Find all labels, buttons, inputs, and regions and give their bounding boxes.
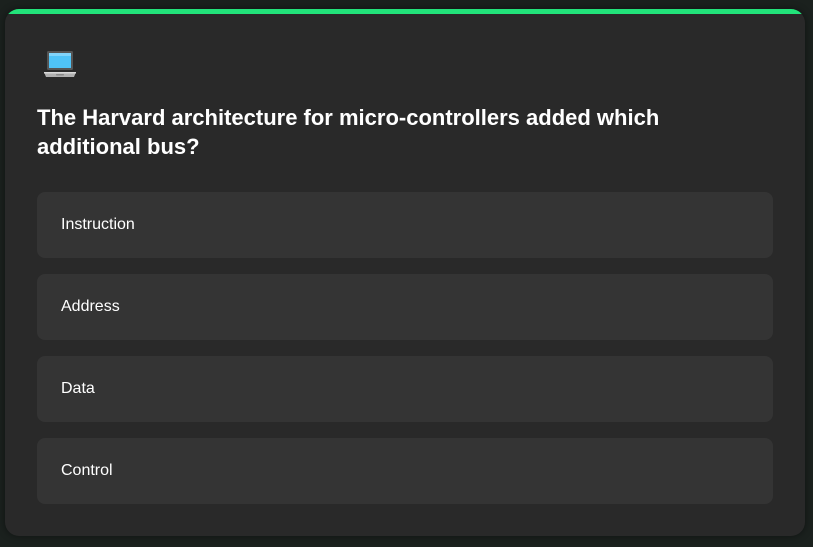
- answer-option-label: Data: [61, 380, 95, 397]
- answer-option-label: Address: [61, 298, 120, 315]
- quiz-card: The Harvard architecture for micro-contr…: [5, 9, 805, 536]
- progress-bar: [5, 9, 805, 14]
- progress-bar-fill: [5, 9, 802, 14]
- laptop-icon: [44, 51, 76, 77]
- answer-option-label: Control: [61, 462, 113, 479]
- answer-options: Instruction Address Data Control: [37, 192, 773, 520]
- answer-option-control[interactable]: Control: [37, 438, 773, 504]
- answer-option-data[interactable]: Data: [37, 356, 773, 422]
- answer-option-label: Instruction: [61, 216, 135, 233]
- answer-option-instruction[interactable]: Instruction: [37, 192, 773, 258]
- question-text: The Harvard architecture for micro-contr…: [37, 105, 660, 159]
- answer-option-address[interactable]: Address: [37, 274, 773, 340]
